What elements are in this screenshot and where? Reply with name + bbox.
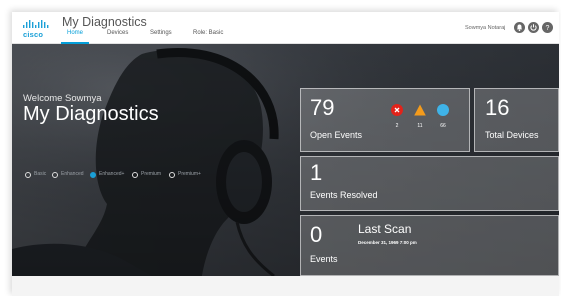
app-window: cisco My Diagnostics Home Devices Settin…	[12, 12, 559, 296]
info-icon	[437, 104, 449, 116]
user-name[interactable]: Sowmya Notaraj	[465, 25, 505, 31]
critical-count: 2	[395, 123, 399, 129]
critical-severity[interactable]: 2	[390, 103, 404, 129]
info-count: 66	[440, 123, 446, 129]
last-scan-events-count: 0	[310, 222, 323, 247]
last-scan-events-caption: Events	[310, 254, 338, 264]
last-scan-title: Last Scan	[358, 222, 412, 236]
hero-banner: Welcome Sowmya My Diagnostics Basic Enha…	[12, 44, 559, 276]
tab-devices[interactable]: Devices	[107, 30, 128, 44]
svg-text:?: ?	[546, 25, 550, 32]
open-events-tile[interactable]: 79 Open Events 2 11 66	[300, 88, 470, 152]
tab-home[interactable]: Home	[60, 30, 90, 44]
events-resolved-caption: Events Resolved	[310, 190, 378, 200]
tab-role[interactable]: Role: Basic	[193, 30, 223, 44]
warning-severity[interactable]: 11	[413, 103, 427, 129]
last-scan-tile[interactable]: 0 Events Last Scan December 31, 1969 7:0…	[300, 215, 559, 276]
warning-count: 11	[417, 123, 423, 129]
bell-icon[interactable]	[514, 22, 525, 33]
critical-icon	[391, 104, 403, 116]
last-scan-date: December 31, 1969 7:00 pm	[358, 240, 417, 245]
radio-button[interactable]	[90, 172, 96, 178]
info-severity[interactable]: 66	[436, 103, 450, 129]
top-header: cisco My Diagnostics Home Devices Settin…	[12, 12, 559, 44]
app-title: My Diagnostics	[62, 15, 147, 29]
total-devices-count: 16	[485, 95, 510, 120]
radio-button[interactable]	[169, 172, 175, 178]
help-icon[interactable]: ?	[542, 22, 553, 33]
warning-icon	[414, 104, 426, 116]
cisco-bars-icon	[23, 20, 49, 28]
cisco-logo-word: cisco	[23, 30, 44, 39]
power-icon[interactable]	[528, 22, 539, 33]
radio-button[interactable]	[52, 172, 58, 178]
radio-button[interactable]	[132, 172, 138, 178]
events-resolved-count: 1	[310, 160, 323, 185]
events-resolved-tile[interactable]: 1 Events Resolved	[300, 156, 559, 211]
open-events-caption: Open Events	[310, 130, 363, 140]
open-events-count: 79	[310, 95, 335, 120]
total-devices-caption: Total Devices	[485, 130, 539, 140]
radio-button[interactable]	[25, 172, 31, 178]
hero-title: My Diagnostics	[23, 103, 159, 125]
total-devices-tile[interactable]: 16 Total Devices	[474, 88, 559, 152]
cisco-logo[interactable]: cisco	[22, 20, 50, 39]
tab-settings[interactable]: Settings	[150, 30, 172, 44]
